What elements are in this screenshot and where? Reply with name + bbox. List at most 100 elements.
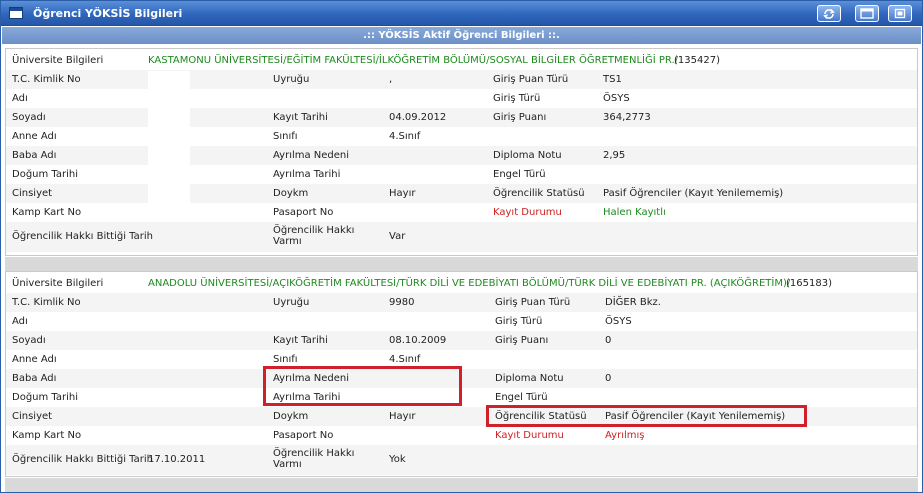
record-row: Doğum Tarihi Ayrılma Tarihi Engel Türü [6, 165, 917, 184]
value-giris-puani: 364,2773 [603, 112, 651, 123]
label-cinsiyet: Cinsiyet [12, 188, 53, 199]
label-doykm: Doykm [273, 188, 309, 199]
label-statu: Öğrencilik Statüsü [493, 188, 585, 199]
label-hak-bitti: Öğrencilik Hakkı Bittiği Tarih [12, 454, 153, 465]
value-giris-puan-turu: TS1 [603, 74, 622, 85]
record-row: Kamp Kart No Pasaport No Kayıt Durumu Ay… [6, 426, 917, 445]
label-ad: Adı [12, 316, 28, 327]
value-kayit-tarihi: 04.09.2012 [389, 112, 447, 123]
value-uyruk: 9980 [389, 297, 415, 308]
label-kamp: Kamp Kart No [12, 207, 82, 218]
value-hak-bitti: 17.10.2011 [148, 454, 206, 465]
record-row: Kamp Kart No Pasaport No Kayıt Durumu Ha… [6, 203, 917, 222]
label-anne: Anne Adı [12, 354, 57, 365]
record-row: T.C. Kimlik No Uyruğu 9980 Giriş Puan Tü… [6, 293, 917, 312]
value-kayit-durumu: Halen Kayıtlı [603, 207, 666, 218]
label-kayit-durumu: Kayıt Durumu [495, 430, 564, 441]
label-cinsiyet: Cinsiyet [12, 411, 53, 422]
label-giris-turu: Giriş Türü [495, 316, 543, 327]
close-button[interactable] [888, 5, 912, 22]
yoksis-window: Öğrenci YÖKSİS Bilgileri .:: YÖKSİS Akti… [0, 0, 923, 493]
value-giris-turu: ÖSYS [605, 316, 632, 327]
record-row: Öğrencilik Hakkı Bittiği Tarih Öğrencili… [6, 222, 917, 252]
record-row: Soyadı Kayıt Tarihi 04.09.2012 Giriş Pua… [6, 108, 917, 127]
label-kayit-tarihi: Kayıt Tarihi [273, 112, 328, 123]
label-university: Üniversite Bilgileri [12, 55, 104, 66]
label-ad: Adı [12, 93, 28, 104]
label-kayit-durumu: Kayıt Durumu [493, 207, 562, 218]
label-ayrilma-tarihi: Ayrılma Tarihi [273, 169, 341, 180]
value-hak-varmi: Yok [389, 454, 406, 465]
label-kayit-tarihi: Kayıt Tarihi [273, 335, 328, 346]
label-tc: T.C. Kimlik No [12, 297, 81, 308]
record-row: Adı Giriş Türü ÖSYS [6, 312, 917, 331]
record-row: T.C. Kimlik No Uyruğu , Giriş Puan Türü … [6, 70, 917, 89]
label-baba: Baba Adı [12, 150, 57, 161]
refresh-icon [823, 8, 835, 19]
value-hak-varmi: Var [389, 231, 406, 242]
label-dogum: Doğum Tarihi [12, 392, 79, 403]
label-giris-puani: Giriş Puanı [493, 112, 547, 123]
restore-icon [860, 8, 874, 19]
record-row: Soyadı Kayıt Tarihi 08.10.2009 Giriş Pua… [6, 331, 917, 350]
record-footer [5, 257, 918, 271]
restore-button[interactable] [855, 5, 879, 22]
refresh-button[interactable] [817, 5, 841, 22]
value-giris-turu: ÖSYS [603, 93, 630, 104]
label-hak-varmi: Öğrencilik Hakkı Varmı [273, 448, 355, 470]
label-giris-turu: Giriş Türü [493, 93, 541, 104]
label-hak-bitti: Öğrencilik Hakkı Bittiği Tarih [12, 231, 153, 242]
label-kamp: Kamp Kart No [12, 430, 82, 441]
label-dogum: Doğum Tarihi [12, 169, 79, 180]
label-baba: Baba Adı [12, 373, 57, 384]
record-row: Öğrencilik Hakkı Bittiği Tarih 17.10.201… [6, 445, 917, 475]
program-code: (165183) [786, 278, 832, 289]
university-name: KASTAMONU ÜNİVERSİTESİ/EĞİTİM FAKÜLTESİ/… [148, 55, 679, 66]
value-giris-puan-turu: DİĞER Bkz. [605, 297, 661, 308]
highlight-box-ayrilma [263, 366, 462, 406]
value-uyruk: , [389, 74, 393, 85]
university-name: ANADOLU ÜNİVERSİTESİ/AÇIKÖĞRETİM FAKÜLTE… [148, 278, 791, 289]
label-diploma: Diploma Notu [495, 373, 564, 384]
window-icon [9, 7, 23, 19]
record-row-university: Üniversite Bilgileri ANADOLU ÜNİVERSİTES… [6, 274, 917, 293]
value-giris-puani: 0 [605, 335, 612, 346]
label-soyad: Soyadı [12, 112, 46, 123]
label-doykm: Doykm [273, 411, 309, 422]
label-giris-puan-turu: Giriş Puan Türü [495, 297, 571, 308]
record-row: Adı Giriş Türü ÖSYS [6, 89, 917, 108]
label-engel: Engel Türü [493, 169, 546, 180]
close-icon [894, 8, 906, 19]
value-statu: Pasif Öğrenciler (Kayıt Yenilememiş) [603, 188, 784, 199]
label-tc: T.C. Kimlik No [12, 74, 81, 85]
record-row: Baba Adı Ayrılma Nedeni Diploma Notu 2,9… [6, 146, 917, 165]
label-soyad: Soyadı [12, 335, 46, 346]
value-doykm: Hayır [389, 188, 416, 199]
label-pasaport: Pasaport No [273, 430, 334, 441]
highlight-box-statu [486, 405, 807, 427]
label-anne: Anne Adı [12, 131, 57, 142]
label-uyruk: Uyruğu [273, 297, 310, 308]
value-kayit-tarihi: 08.10.2009 [389, 335, 447, 346]
record-row: Anne Adı Sınıfı 4.Sınıf [6, 127, 917, 146]
record-footer [5, 478, 918, 492]
section-header: .:: YÖKSİS Aktif Öğrenci Bilgileri ::. [2, 27, 921, 44]
student-record-1: Üniversite Bilgileri KASTAMONU ÜNİVERSİT… [5, 48, 918, 256]
label-diploma: Diploma Notu [493, 150, 562, 161]
title-bar: Öğrenci YÖKSİS Bilgileri [1, 1, 922, 26]
label-ayrilma-nedeni: Ayrılma Nedeni [273, 150, 350, 161]
program-code: (135427) [674, 55, 720, 66]
record-row: Cinsiyet Doykm Hayır Öğrencilik Statüsü … [6, 184, 917, 203]
value-kayit-durumu: Ayrılmış [605, 430, 645, 441]
label-university: Üniversite Bilgileri [12, 278, 104, 289]
value-doykm: Hayır [389, 411, 416, 422]
value-sinif: 4.Sınıf [389, 131, 421, 142]
redaction-block [148, 71, 190, 211]
window-title: Öğrenci YÖKSİS Bilgileri [33, 7, 183, 20]
value-diploma: 0 [605, 373, 612, 384]
label-pasaport: Pasaport No [273, 207, 334, 218]
label-hak-varmi: Öğrencilik Hakkı Varmı [273, 225, 355, 247]
record-row-university: Üniversite Bilgileri KASTAMONU ÜNİVERSİT… [6, 51, 917, 70]
label-uyruk: Uyruğu [273, 74, 310, 85]
label-giris-puani: Giriş Puanı [495, 335, 549, 346]
